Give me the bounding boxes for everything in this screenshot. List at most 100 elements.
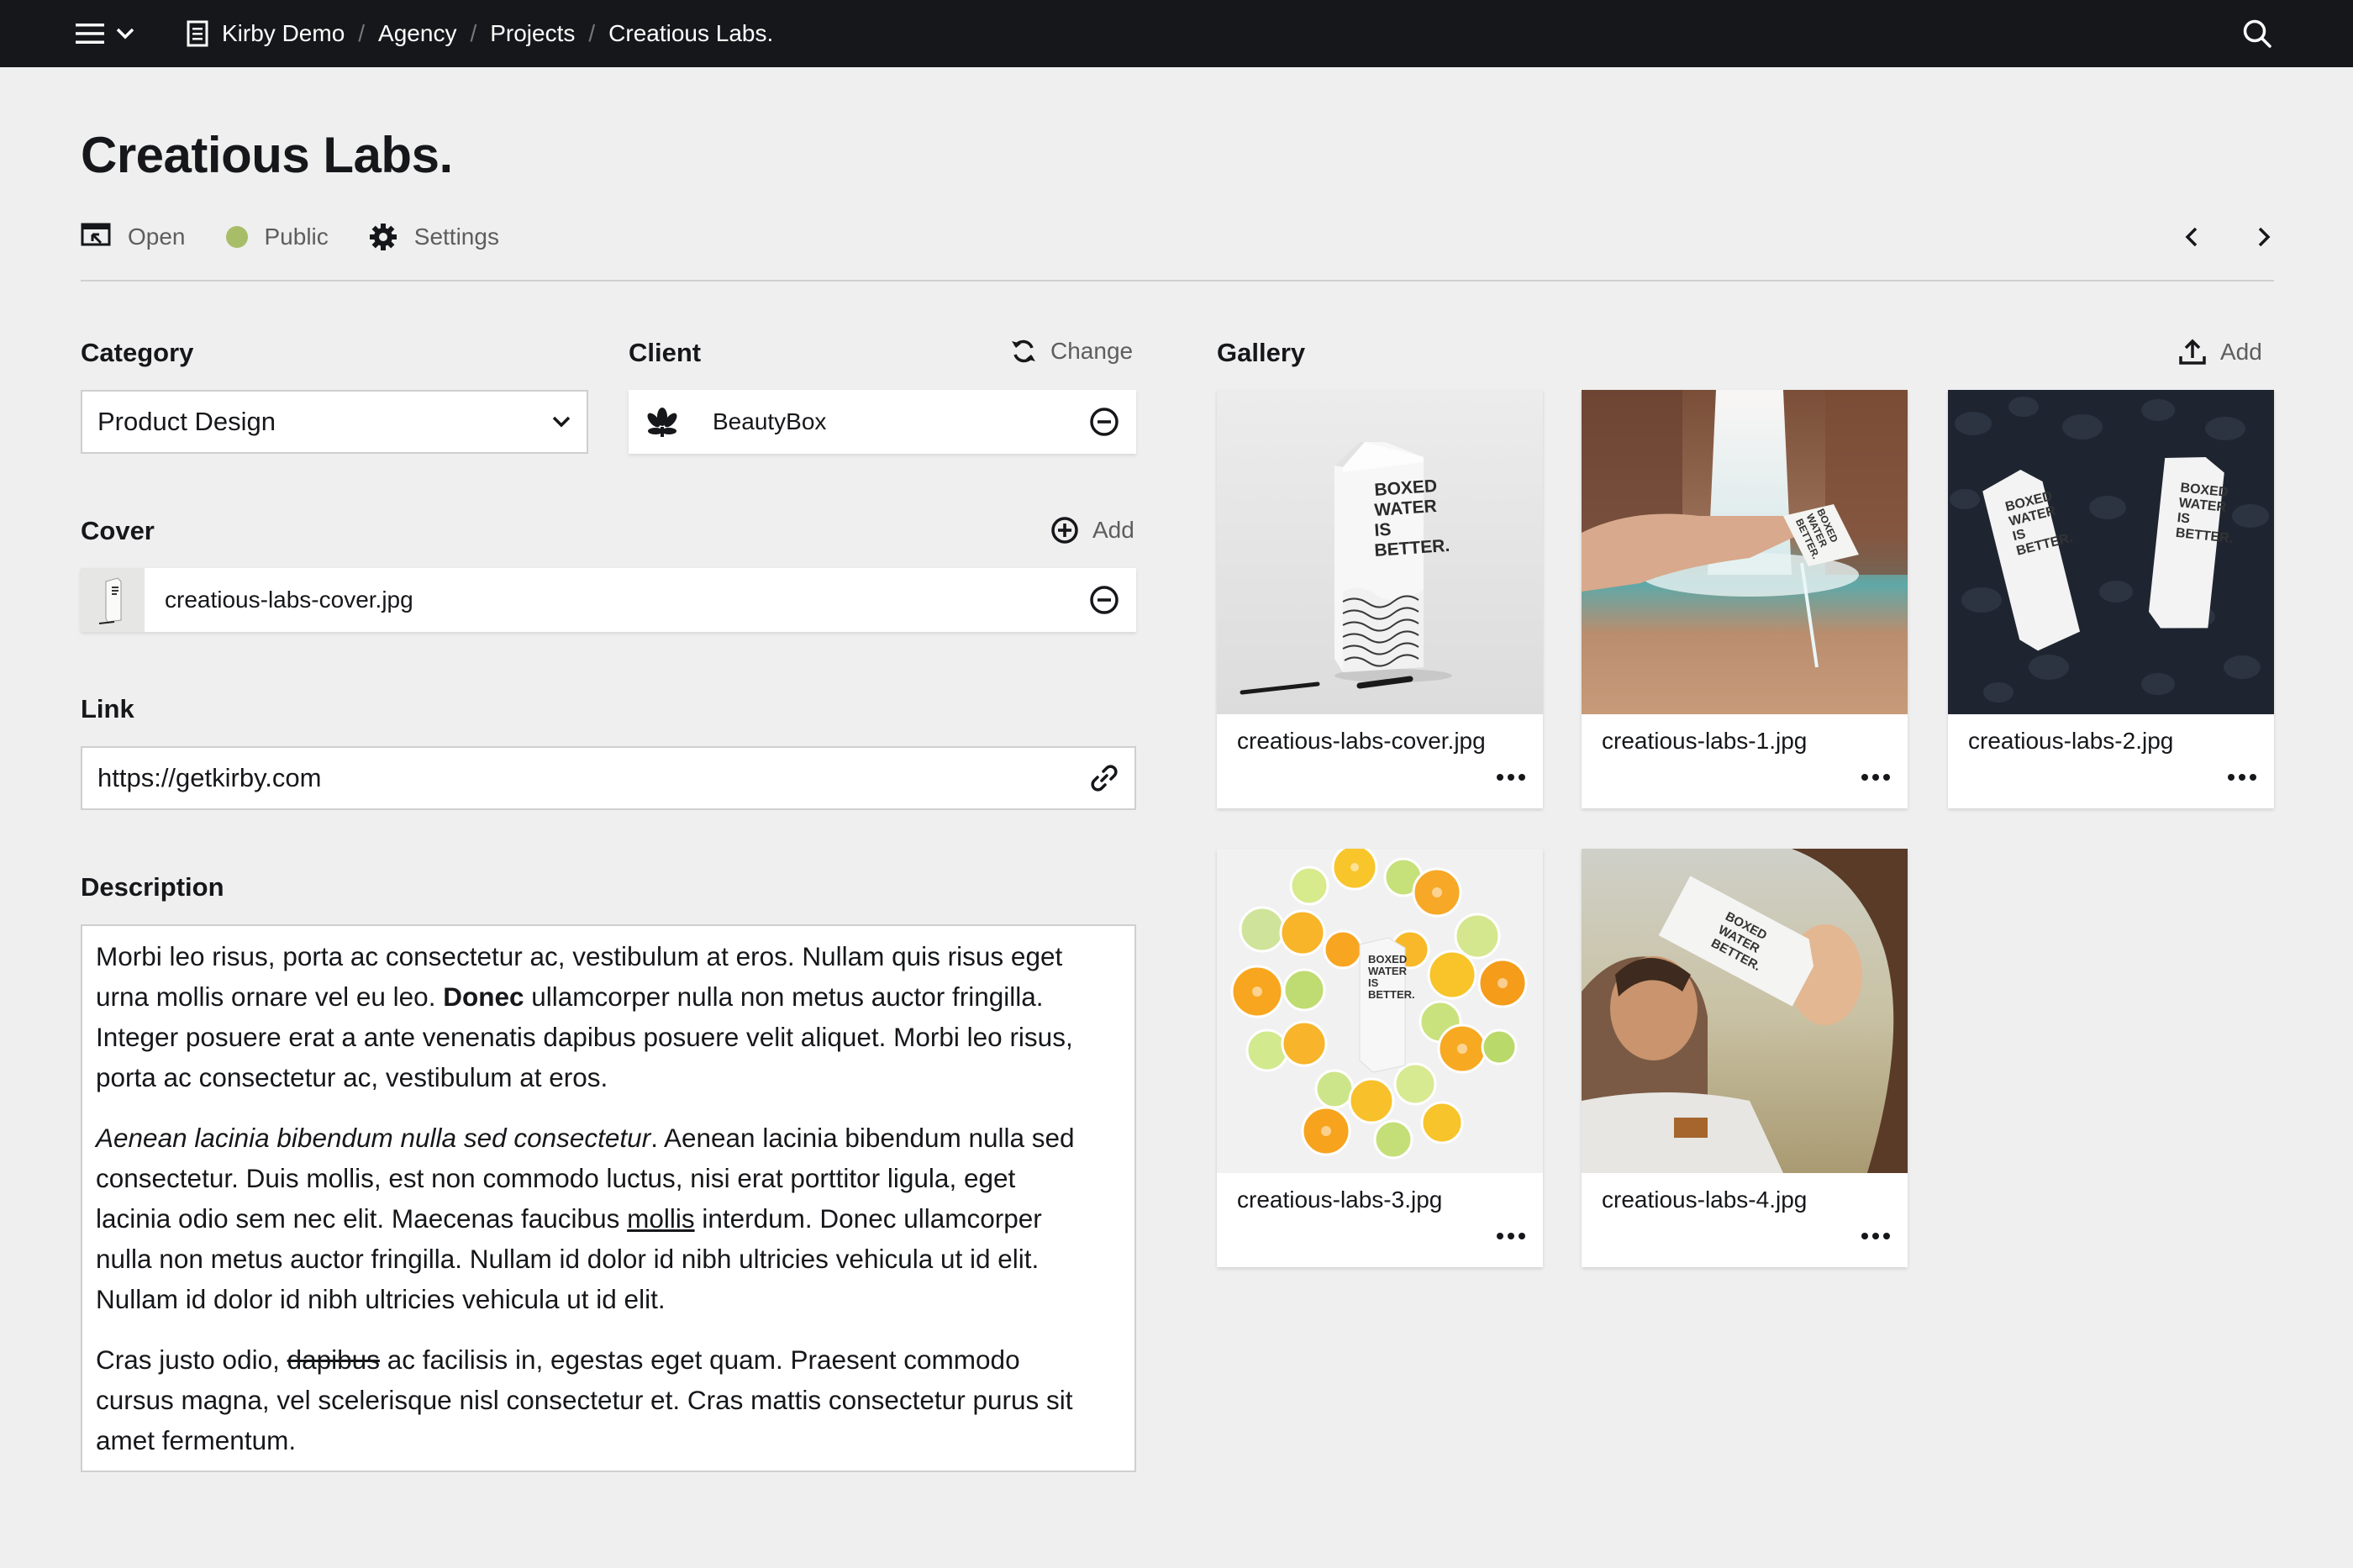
- status-label: Public: [264, 224, 329, 250]
- breadcrumb: Kirby Demo / Agency / Projects / Creatio…: [187, 0, 773, 67]
- breadcrumb-current[interactable]: Creatious Labs.: [608, 20, 773, 47]
- strikethrough-text: dapibus: [287, 1344, 380, 1375]
- text-line: porta ac consectetur ac, vestibulum at e…: [96, 1062, 608, 1092]
- gallery-add-button[interactable]: Add: [2178, 338, 2262, 366]
- gallery-filename: creatious-labs-2.jpg: [1968, 728, 2174, 754]
- underlined-text: mollis: [627, 1203, 695, 1234]
- client-name: BeautyBox: [713, 408, 827, 434]
- client-item[interactable]: BeautyBox: [629, 390, 1136, 454]
- text-line: Nullam id dolor id nibh ultricies vehicu…: [96, 1284, 666, 1314]
- breadcrumb-separator: /: [358, 20, 366, 46]
- topbar: Kirby Demo / Agency / Projects / Creatio…: [0, 0, 2353, 67]
- gallery-image: BOXED WATER BETTER.: [1582, 390, 1908, 714]
- gallery-filename: creatious-labs-1.jpg: [1602, 728, 1808, 754]
- chevron-down-icon: [551, 415, 571, 429]
- text-line: cursus magna, vel scelerisque nisl conse…: [96, 1385, 1073, 1415]
- description-paragraph: Cras justo odio, dapibus ac facilisis in…: [96, 1339, 1121, 1460]
- breadcrumb-projects[interactable]: Projects: [490, 20, 575, 47]
- cover-filename: creatious-labs-cover.jpg: [165, 587, 413, 613]
- gallery-card[interactable]: BOXED WATER BETTER. creatious-labs-4.jpg: [1582, 849, 1908, 1267]
- previous-page-button[interactable]: [2175, 218, 2208, 255]
- status-button[interactable]: Public: [225, 224, 329, 250]
- description-editor[interactable]: Morbi leo risus, porta ac consectetur ac…: [81, 924, 1136, 1472]
- search-button[interactable]: [2239, 15, 2276, 52]
- link-input[interactable]: https://getkirby.com: [81, 746, 1136, 810]
- cover-thumbnail: [81, 568, 145, 632]
- carton-text-4: BETTER.: [1368, 988, 1415, 1001]
- open-label: Open: [128, 224, 186, 250]
- text-line: nulla non metus auctor fringilla. Nullam…: [96, 1244, 1040, 1274]
- cover-add-label: Add: [1092, 517, 1134, 543]
- remove-cover-icon[interactable]: [1087, 583, 1121, 617]
- gallery-card[interactable]: BOXED WATER BETTER. creatious-labs-1.jpg: [1582, 390, 1908, 808]
- description-paragraph: Morbi leo risus, porta ac consectetur ac…: [96, 936, 1121, 1097]
- more-options-icon[interactable]: [2225, 765, 2259, 790]
- more-options-icon[interactable]: [1494, 1223, 1528, 1249]
- category-select[interactable]: Product Design: [81, 390, 588, 454]
- status-dot-icon: [225, 226, 248, 248]
- page-options: Open Public Settings: [81, 218, 540, 255]
- gallery-card[interactable]: BOXED WATER IS BETTER. creatious-labs-co…: [1217, 390, 1543, 808]
- text-line: Integer posuere erat a ante venenatis da…: [96, 1022, 1073, 1052]
- remove-client-icon[interactable]: [1087, 405, 1121, 439]
- text-line: consectetur. Duis mollis, est non commod…: [96, 1163, 1016, 1193]
- chevron-right-icon: [2257, 227, 2271, 247]
- breadcrumb-site[interactable]: Kirby Demo: [187, 20, 345, 47]
- link-value: https://getkirby.com: [97, 763, 322, 792]
- upload-icon: [2178, 338, 2207, 366]
- cover-label: Cover: [81, 516, 155, 545]
- menu-toggle-button[interactable]: [76, 15, 151, 52]
- text-line: amet fermentum.: [96, 1425, 297, 1455]
- breadcrumb-separator: /: [470, 20, 477, 46]
- gallery-card[interactable]: BOXED WATER IS BETTER. BOXED WATER IS BE…: [1948, 390, 2274, 808]
- gallery-filename: creatious-labs-cover.jpg: [1237, 728, 1486, 754]
- chevron-left-icon: [2185, 227, 2198, 247]
- more-options-icon[interactable]: [1859, 765, 1892, 790]
- link-icon[interactable]: [1089, 763, 1119, 793]
- gallery-add-label: Add: [2220, 339, 2262, 365]
- carton-text-3: IS: [1374, 520, 1392, 540]
- gallery-image: BOXED WATER IS BETTER.: [1217, 849, 1543, 1173]
- text-run: ullamcorper nulla non metus auctor fring…: [524, 981, 1044, 1012]
- text-run: lacinia odio sem nec elit. Maecenas fauc…: [96, 1203, 628, 1234]
- search-icon: [2242, 18, 2272, 49]
- text-run: . Aenean lacinia bibendum nulla sed: [650, 1123, 1075, 1153]
- header-divider: [81, 280, 2274, 282]
- client-change-button[interactable]: Change: [1010, 338, 1133, 365]
- hamburger-icon: [76, 22, 104, 45]
- description-label: Description: [81, 872, 224, 902]
- gallery-label: Gallery: [1217, 338, 1306, 367]
- carton-text-1: BOXED: [1368, 953, 1407, 966]
- gallery-filename: creatious-labs-3.jpg: [1237, 1187, 1443, 1213]
- gallery-card[interactable]: BOXED WATER IS BETTER. creatious-labs-3.…: [1217, 849, 1543, 1267]
- refresh-icon: [1010, 338, 1037, 365]
- italic-text: Aenean lacinia bibendum nulla sed consec…: [96, 1123, 651, 1153]
- text-run: interdum. Donec ullamcorper: [694, 1203, 1042, 1234]
- page-icon: [187, 20, 208, 47]
- settings-button[interactable]: Settings: [369, 223, 499, 251]
- open-button[interactable]: Open: [81, 223, 186, 251]
- client-change-label: Change: [1050, 338, 1134, 364]
- text-line: Morbi leo risus, porta ac consectetur ac…: [96, 941, 1063, 971]
- carton-text-3: IS: [2177, 511, 2191, 527]
- gallery-image: BOXED WATER BETTER.: [1582, 849, 1908, 1173]
- more-options-icon[interactable]: [1494, 765, 1528, 790]
- more-options-icon[interactable]: [1859, 1223, 1892, 1249]
- cover-add-button[interactable]: Add: [1050, 516, 1134, 545]
- description-paragraph: Aenean lacinia bibendum nulla sed consec…: [96, 1118, 1121, 1319]
- cover-item[interactable]: creatious-labs-cover.jpg: [81, 568, 1136, 632]
- text-run: Cras justo odio,: [96, 1344, 287, 1375]
- page-navigation: [2175, 218, 2281, 255]
- bold-text: Donec: [443, 981, 524, 1012]
- client-label: Client: [629, 338, 702, 367]
- chevron-down-icon: [116, 28, 134, 39]
- text-run: ac facilisis in, egestas eget quam. Prae…: [379, 1344, 1020, 1375]
- settings-label: Settings: [413, 224, 499, 250]
- breadcrumb-agency[interactable]: Agency: [378, 20, 456, 47]
- gallery-image: BOXED WATER IS BETTER. BOXED WATER IS BE…: [1948, 390, 2274, 714]
- carton-text-3: IS: [1368, 976, 1379, 989]
- lotus-icon: [629, 390, 696, 454]
- breadcrumb-separator: /: [588, 20, 596, 46]
- gallery-image: BOXED WATER IS BETTER.: [1217, 390, 1543, 714]
- next-page-button[interactable]: [2247, 218, 2281, 255]
